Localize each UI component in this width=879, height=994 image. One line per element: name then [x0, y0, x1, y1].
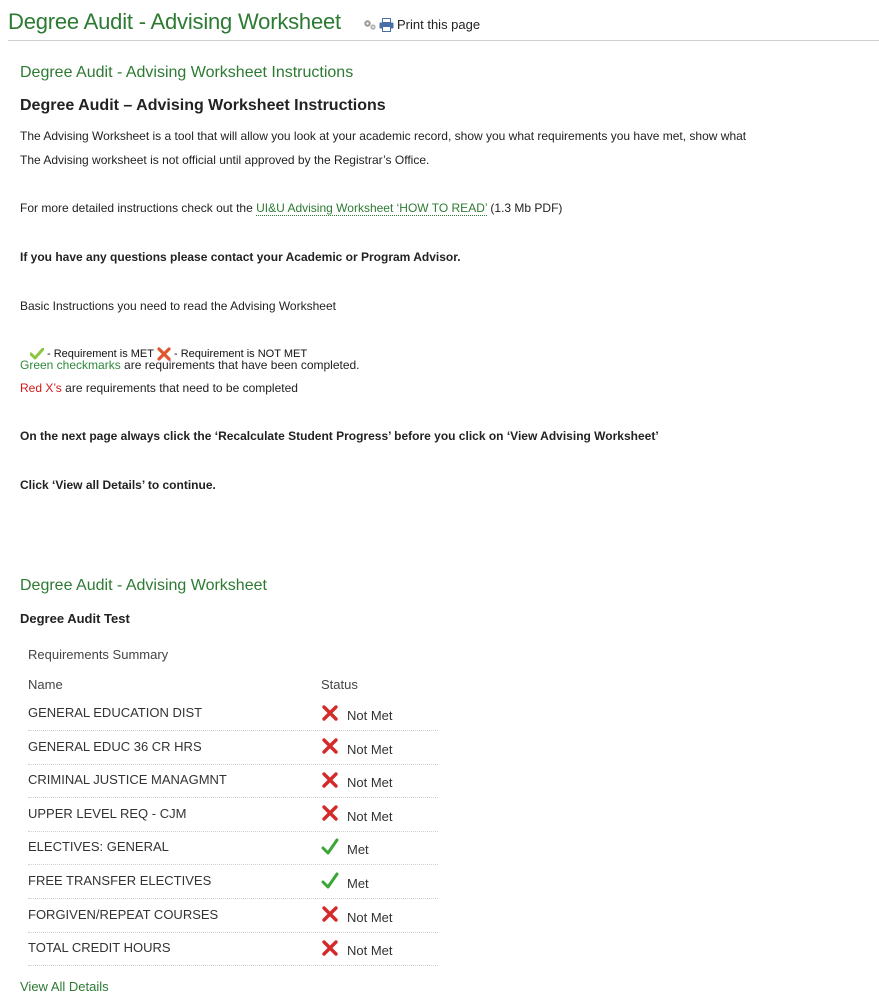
instructions-paragraph-1: The Advising Worksheet is a tool that wi…: [20, 129, 747, 143]
instructions-heading: Degree Audit – Advising Worksheet Instru…: [20, 97, 386, 114]
status-cell: Not Met: [321, 736, 393, 757]
check-icon: [321, 838, 339, 855]
requirements-summary-label: Requirements Summary: [28, 647, 169, 662]
print-page-link[interactable]: Print this page: [397, 17, 480, 32]
worksheet-section-title: Degree Audit - Advising Worksheet: [20, 577, 267, 594]
status-not-met: Not Met: [347, 741, 393, 757]
page-header: Degree Audit - Advising Worksheet Print …: [8, 8, 879, 41]
x-icon: [322, 906, 338, 922]
red-x-label: Red X’s: [20, 381, 62, 395]
table-row: ELECTIVES: GENERAL Met: [28, 831, 438, 866]
questions-note: If you have any questions please contact…: [20, 250, 461, 264]
instructions-paragraph-2: The Advising worksheet is not official u…: [20, 153, 430, 167]
status-not-met: Not Met: [347, 943, 393, 959]
status-cell: Not Met: [321, 904, 393, 925]
page-title: Degree Audit - Advising Worksheet: [8, 9, 341, 34]
status-cell: Not Met: [321, 769, 393, 790]
x-icon: [322, 704, 338, 721]
x-icon: [322, 738, 338, 754]
table-row: FORGIVEN/REPEAT COURSES Not Met: [28, 899, 438, 933]
worksheet-subtitle: Degree Audit Test: [20, 611, 130, 626]
status-column-header: Status: [321, 677, 358, 692]
table-row: CRIMINAL JUSTICE MANAGMNT Not Met: [28, 764, 438, 799]
requirement-name: UPPER LEVEL REQ - CJM: [28, 805, 187, 821]
requirement-name: GENERAL EDUC 36 CR HRS: [28, 738, 202, 754]
more-instructions-line: For more detailed instructions check out…: [20, 201, 563, 216]
requirement-name: GENERAL EDUCATION DIST: [28, 705, 203, 720]
status-met: Met: [347, 842, 369, 858]
requirement-name: FORGIVEN/REPEAT COURSES: [28, 906, 219, 922]
more-prefix: For more detailed instructions check out…: [20, 201, 257, 215]
red-x-note: Red X’s are requirements that need to be…: [20, 381, 298, 395]
table-row: GENERAL EDUCATION DIST Not Met: [28, 697, 438, 731]
status-not-met: Not Met: [347, 775, 393, 791]
basic-instructions: Basic Instructions you need to read the …: [20, 299, 336, 313]
header-tools: Print this page: [363, 17, 480, 32]
status-cell: Not Met: [321, 702, 393, 723]
how-to-read-pdf-link[interactable]: UI&U Advising Worksheet ‘HOW TO READ’: [256, 201, 488, 216]
pdf-size: (1.3 Mb PDF): [487, 201, 563, 215]
requirement-name: TOTAL CREDIT HOURS: [28, 940, 171, 956]
red-x-rest: are requirements that need to be complet…: [61, 381, 298, 395]
view-all-note: Click ‘View all Details’ to continue.: [20, 478, 216, 492]
status-not-met: Not Met: [347, 708, 393, 723]
status-met: Met: [347, 876, 369, 891]
table-row: UPPER LEVEL REQ - CJM Not Met: [28, 798, 438, 832]
x-icon: [322, 805, 338, 821]
view-all-details-link[interactable]: View All Details: [20, 979, 109, 994]
requirement-name: FREE TRANSFER ELECTIVES: [28, 873, 212, 888]
instructions-section-title: Degree Audit - Advising Worksheet Instru…: [20, 64, 354, 81]
green-checkmarks-note: Green checkmarks are requirements that h…: [20, 358, 360, 372]
green-checkmarks-rest: are requirements that have been complete…: [120, 358, 360, 372]
name-column-header: Name: [28, 677, 63, 692]
check-icon: [321, 872, 339, 888]
status-cell: Met: [321, 870, 369, 891]
table-row: FREE TRANSFER ELECTIVES Met: [28, 865, 438, 899]
status-not-met: Not Met: [347, 808, 393, 824]
status-cell: Not Met: [321, 803, 393, 824]
green-checkmarks-label: Green checkmarks: [20, 358, 121, 372]
table-row: GENERAL EDUC 36 CR HRS Not Met: [28, 731, 438, 765]
status-cell: Met: [321, 836, 369, 857]
status-cell: Not Met: [321, 937, 393, 958]
status-not-met: Not Met: [347, 909, 393, 925]
x-icon: [322, 939, 338, 956]
x-icon: [322, 771, 338, 788]
next-page-note: On the next page always click the ‘Recal…: [20, 429, 659, 443]
table-row: TOTAL CREDIT HOURS Not Met: [28, 932, 438, 967]
requirement-name: ELECTIVES: GENERAL: [28, 839, 169, 855]
requirement-name: CRIMINAL JUSTICE MANAGMNT: [28, 772, 227, 788]
printer-icon[interactable]: [379, 17, 394, 32]
gear-icon[interactable]: [363, 19, 377, 31]
